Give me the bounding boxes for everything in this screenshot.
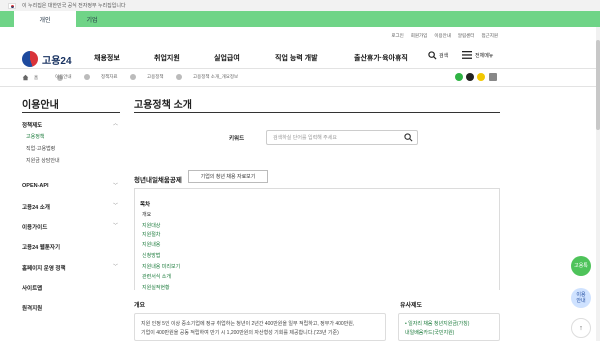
breadcrumb-label: 이용안내 <box>55 74 72 79</box>
chevron-up-icon: ︿ <box>113 121 119 127</box>
all-menu-label: 전체메뉴 <box>475 52 494 59</box>
toc-title: 목차 <box>140 202 151 208</box>
home-icon[interactable] <box>22 74 29 82</box>
guide-link[interactable]: 이용안내 <box>434 33 451 39</box>
overview-title: 개요 <box>134 303 146 309</box>
page-title: 고용정책 소개 <box>134 100 192 111</box>
breadcrumb-item[interactable]: 이용안내 <box>55 74 90 80</box>
chevron-down-icon: ﹀ <box>113 203 119 209</box>
related-link[interactable]: • 일자리 채움 청년지원금(가칭) <box>405 320 493 329</box>
guide-float-button[interactable]: 이용 안내 <box>571 288 591 308</box>
toc-item[interactable]: 지원내용 미리보기 <box>142 263 180 270</box>
breadcrumb-divider <box>0 86 596 87</box>
chevron-down-icon <box>175 74 182 80</box>
related-box: • 일자리 채움 청년지원금(가칭) 내일배움카드(국민지원) <box>398 313 500 341</box>
toc-item[interactable]: 지원절차 <box>142 231 160 238</box>
print-icon[interactable] <box>489 73 497 81</box>
toc-item[interactable]: 개요 <box>142 211 151 218</box>
share-kakao-icon[interactable] <box>455 73 463 81</box>
title-divider <box>134 112 500 113</box>
toc-item[interactable]: 신청방법 <box>142 252 160 259</box>
scroll-top-button[interactable]: ↑ <box>571 318 591 338</box>
breadcrumb-label: 정책자료 <box>101 74 118 79</box>
share-x-icon[interactable] <box>466 73 474 81</box>
utility-links: 로그인 회원가입 이용안내 알림센터 접근지원 <box>391 33 498 39</box>
sidebar-item-policy[interactable]: 정책제도 <box>22 121 42 129</box>
site-logo[interactable]: 고용24 <box>22 51 72 67</box>
chevron-down-icon <box>83 74 90 80</box>
toc-item[interactable]: 지원대상 <box>142 222 160 229</box>
sidebar-item-remote-support[interactable]: 원격지원 <box>22 304 42 312</box>
sidebar-subitem-employment-policy[interactable]: 고용정책 <box>26 133 44 140</box>
sidebar-item-about[interactable]: 고용24 소개 <box>22 203 50 211</box>
view-materials-button[interactable]: 기업의 청년 채용 자료보기 <box>188 170 268 183</box>
sidebar-title: 이용안내 <box>22 100 59 111</box>
chevron-down-icon: ﹀ <box>113 223 119 229</box>
scrollbar-thumb[interactable] <box>596 40 600 130</box>
sidebar-item-open-api[interactable]: OPEN-API <box>22 183 49 189</box>
gov-logo-icon <box>22 51 38 67</box>
gnb-maternity-leave[interactable]: 출산휴가·육아휴직 <box>354 53 408 63</box>
user-type-tabbar: 개인 기업 <box>0 11 600 27</box>
tab-business[interactable]: 기업 <box>60 11 124 27</box>
overview-text: 기업이 400만원을 공동 적립하여 만기 시 1,200만원의 자산형성 기회… <box>141 330 339 336</box>
gov-banner: 이 누리집은 대한민국 공식 전자정부 누리집입니다 <box>0 0 600 11</box>
guide-float-line: 안내 <box>576 298 586 304</box>
overview-box: 지원 인정 5인 이상 중소기업에 정규 취업하는 청년이 2년간 400만원을… <box>134 313 386 341</box>
chevron-down-icon: ﹀ <box>113 183 119 189</box>
sidebar-subitem-subsidy[interactable]: 지원금 상담안내 <box>26 157 60 164</box>
korea-flag-icon <box>8 2 16 9</box>
toc-item[interactable]: 관련서식 소개 <box>142 273 171 280</box>
share-kakaotalk-icon[interactable] <box>477 73 485 81</box>
sidebar-item-webtoon[interactable]: 고용24 웹툰자기 <box>22 243 60 251</box>
keyword-label: 키워드 <box>229 136 245 142</box>
overview-text: 지원 인정 5인 이상 중소기업에 정규 취업하는 청년이 2년간 400만원을… <box>141 321 355 327</box>
keyword-search-input[interactable]: 검색하실 단어를 입력해 주세요 <box>266 130 418 145</box>
search-icon[interactable] <box>404 133 413 144</box>
sidebar-item-operation-policy[interactable]: 홈페이지 운영 정책 <box>22 264 66 272</box>
sidebar-subitem-labor-law[interactable]: 직업·고용법령 <box>26 145 55 152</box>
breadcrumb-current[interactable]: 고용정책 소개_개요정보 <box>193 74 238 80</box>
related-link[interactable]: 내일배움카드(국민지원) <box>405 329 493 338</box>
sidebar-item-sitemap[interactable]: 사이트맵 <box>22 284 42 292</box>
gnb-skill-development[interactable]: 직업 능력 개발 <box>275 53 318 63</box>
gnb-unemployment-benefit[interactable]: 실업급여 <box>214 53 240 63</box>
chevron-down-icon: ﹀ <box>113 264 119 270</box>
search-label: 검색 <box>439 53 449 59</box>
breadcrumb-item[interactable]: 정책자료 <box>101 74 136 80</box>
header-search-button[interactable]: 검색 <box>428 51 448 60</box>
section-title: 청년내일채움공제 <box>134 177 182 184</box>
gnb-employment-support[interactable]: 취업지원 <box>154 53 180 63</box>
access-link[interactable]: 접근지원 <box>481 33 498 39</box>
login-link[interactable]: 로그인 <box>391 33 403 39</box>
gnb-jobs[interactable]: 채용정보 <box>94 53 120 63</box>
breadcrumb-label: 고용정책 소개_개요정보 <box>193 74 239 79</box>
breadcrumb-item[interactable]: 고용정책 <box>147 74 182 80</box>
search-icon <box>428 51 437 60</box>
toc-item[interactable]: 지원실적현황 <box>142 284 170 291</box>
breadcrumb-home[interactable]: 홈 <box>34 75 38 81</box>
hamburger-icon <box>462 51 472 59</box>
notice-link[interactable]: 알림센터 <box>458 33 475 39</box>
toc-panel <box>134 188 500 290</box>
header-divider <box>0 68 596 69</box>
sidebar-item-guide[interactable]: 이용가이드 <box>22 223 47 231</box>
signup-link[interactable]: 회원가입 <box>411 33 428 39</box>
chatbot-button[interactable]: 고용톡 <box>571 256 591 276</box>
gov-banner-text: 이 누리집은 대한민국 공식 전자정부 누리집입니다 <box>22 3 126 9</box>
logo-text: 고용24 <box>42 55 72 67</box>
chevron-down-icon <box>129 74 136 80</box>
breadcrumb-label: 고용정책 <box>147 74 164 79</box>
sidebar-title-divider <box>22 112 120 113</box>
toc-item[interactable]: 지원내용 <box>142 241 160 248</box>
related-title: 유사제도 <box>400 303 423 309</box>
all-menu-button[interactable]: 전체메뉴 <box>462 51 493 59</box>
